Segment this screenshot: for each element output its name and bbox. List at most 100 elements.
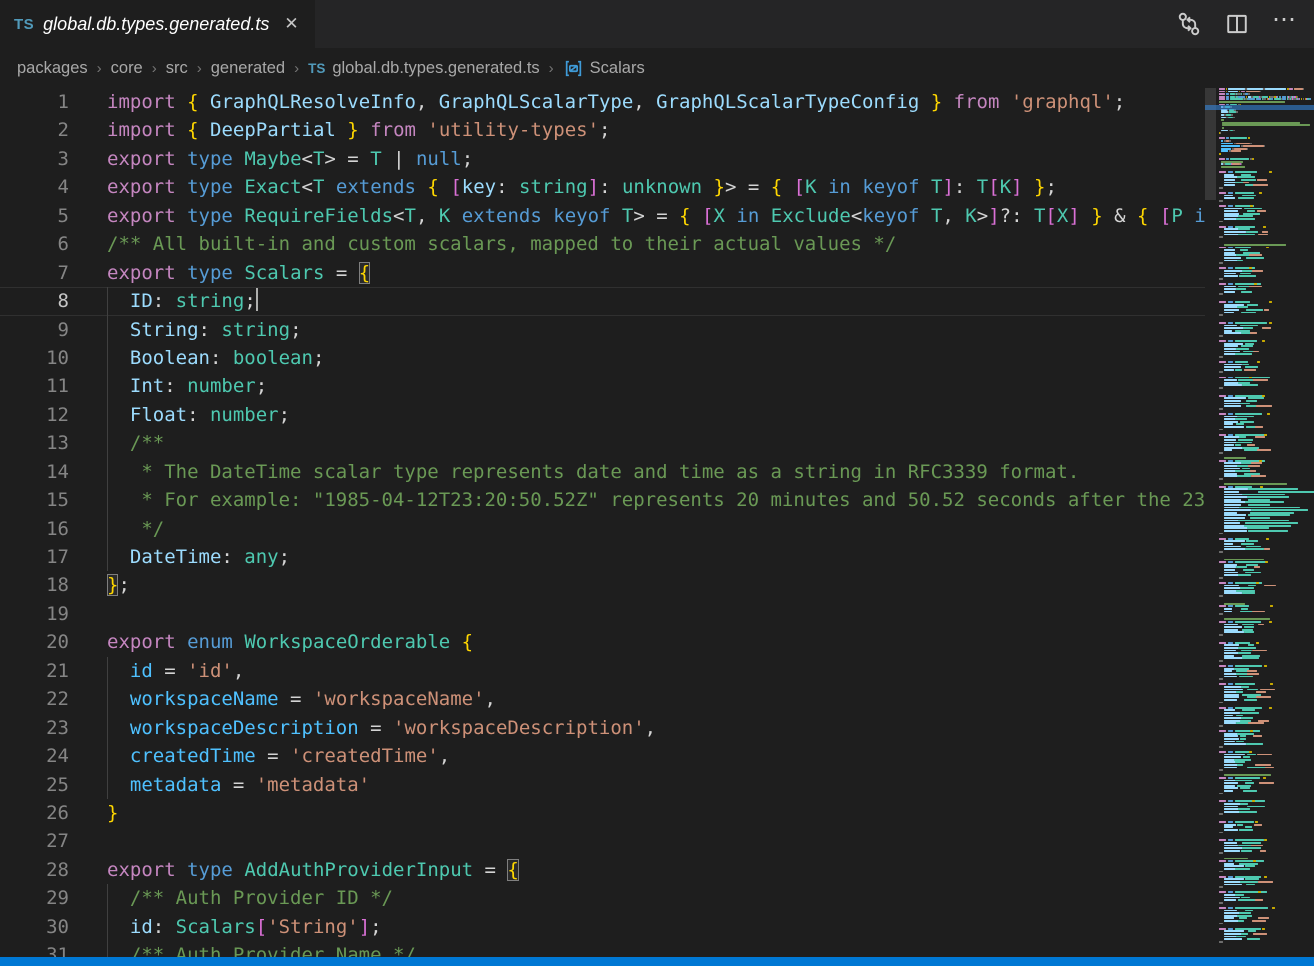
code-line[interactable]: 8 ID: string; — [0, 287, 1205, 315]
close-icon[interactable]: ✕ — [284, 14, 298, 34]
code-line[interactable]: 3export type Maybe<T> = T | null; — [0, 145, 1205, 173]
code-line[interactable]: 9 String: string; — [0, 316, 1205, 344]
code-line[interactable]: 29 /** Auth Provider ID */ — [0, 884, 1205, 912]
code-area[interactable]: 1import { GraphQLResolveInfo, GraphQLSca… — [0, 88, 1205, 957]
vscode-window: TS global.db.types.generated.ts ✕ — [0, 0, 1314, 966]
code-editor: 1import { GraphQLResolveInfo, GraphQLSca… — [0, 88, 1314, 957]
breadcrumb-item-file[interactable]: TS global.db.types.generated.ts — [308, 59, 540, 78]
line-number[interactable]: 11 — [0, 372, 69, 400]
line-number[interactable]: 16 — [0, 515, 69, 543]
code-line[interactable]: 31 /** Auth Provider Name */ — [0, 941, 1205, 957]
code-line[interactable]: 19 — [0, 600, 1205, 628]
line-number[interactable]: 14 — [0, 458, 69, 486]
tab-global-db-types-generated-ts[interactable]: TS global.db.types.generated.ts ✕ — [0, 0, 315, 48]
status-bar[interactable] — [0, 957, 1314, 966]
line-number[interactable]: 30 — [0, 913, 69, 941]
line-number[interactable]: 13 — [0, 429, 69, 457]
split-editor-icon[interactable] — [1224, 11, 1250, 37]
line-number[interactable]: 1 — [0, 88, 69, 116]
line-number[interactable]: 4 — [0, 173, 69, 201]
line-number[interactable]: 21 — [0, 657, 69, 685]
open-changes-icon[interactable] — [1176, 11, 1202, 37]
code-line[interactable]: 15 * For example: "1985-04-12T23:20:50.5… — [0, 486, 1205, 514]
code-line[interactable]: 26} — [0, 799, 1205, 827]
code-line[interactable]: 18}; — [0, 571, 1205, 599]
line-number[interactable]: 12 — [0, 401, 69, 429]
code-line[interactable]: 4export type Exact<T extends { [key: str… — [0, 173, 1205, 201]
line-number[interactable]: 19 — [0, 600, 69, 628]
line-number[interactable]: 17 — [0, 543, 69, 571]
code-line[interactable]: 13 /** — [0, 429, 1205, 457]
code-line[interactable]: 17 DateTime: any; — [0, 543, 1205, 571]
line-number[interactable]: 26 — [0, 799, 69, 827]
line-number[interactable]: 27 — [0, 827, 69, 855]
indent-guide — [107, 401, 108, 429]
breadcrumb-item-symbol-scalars[interactable]: Scalars — [563, 58, 645, 79]
indent-guide — [107, 685, 108, 713]
indent-guide — [107, 913, 108, 941]
line-number[interactable]: 28 — [0, 856, 69, 884]
code-line-content: import { GraphQLResolveInfo, GraphQLScal… — [69, 88, 1125, 116]
code-line-content: export type Maybe<T> = T | null; — [69, 145, 473, 173]
indent-guide — [107, 287, 108, 315]
code-line[interactable]: 20export enum WorkspaceOrderable { — [0, 628, 1205, 656]
code-line[interactable]: 14 * The DateTime scalar type represents… — [0, 458, 1205, 486]
line-number[interactable]: 18 — [0, 571, 69, 599]
code-line[interactable]: 5export type RequireFields<T, K extends … — [0, 202, 1205, 230]
indent-guide — [107, 771, 108, 799]
code-line[interactable]: 1import { GraphQLResolveInfo, GraphQLSca… — [0, 88, 1205, 116]
indent-guide — [107, 742, 108, 770]
code-line[interactable]: 2import { DeepPartial } from 'utility-ty… — [0, 116, 1205, 144]
tab-title: global.db.types.generated.ts — [43, 14, 269, 35]
code-line-content: DateTime: any; — [69, 543, 290, 571]
code-line-content: String: string; — [69, 316, 302, 344]
indent-guide — [107, 515, 108, 543]
line-number[interactable]: 20 — [0, 628, 69, 656]
line-number[interactable]: 31 — [0, 941, 69, 957]
code-line-content: id: Scalars['String']; — [69, 913, 382, 941]
typescript-file-icon: TS — [308, 61, 325, 76]
line-number[interactable]: 22 — [0, 685, 69, 713]
line-number[interactable]: 7 — [0, 259, 69, 287]
breadcrumb-item-packages[interactable]: packages — [17, 59, 88, 78]
code-line[interactable]: 30 id: Scalars['String']; — [0, 913, 1205, 941]
minimap[interactable] — [1216, 88, 1314, 957]
indent-guide — [107, 657, 108, 685]
code-line-content: export type Scalars = { — [69, 259, 370, 287]
code-line[interactable]: 7export type Scalars = { — [0, 259, 1205, 287]
line-number[interactable]: 2 — [0, 116, 69, 144]
code-line[interactable]: 21 id = 'id', — [0, 657, 1205, 685]
code-line[interactable]: 10 Boolean: boolean; — [0, 344, 1205, 372]
code-line[interactable]: 23 workspaceDescription = 'workspaceDesc… — [0, 714, 1205, 742]
code-line-content: */ — [69, 515, 164, 543]
breadcrumb-item-src[interactable]: src — [166, 59, 188, 78]
editor-actions: ⋯ — [1176, 0, 1314, 48]
line-number[interactable]: 23 — [0, 714, 69, 742]
code-line-content: } — [69, 799, 118, 827]
code-line[interactable]: 27 — [0, 827, 1205, 855]
line-number[interactable]: 9 — [0, 316, 69, 344]
code-line[interactable]: 25 metadata = 'metadata' — [0, 771, 1205, 799]
more-actions-icon[interactable]: ⋯ — [1272, 15, 1298, 33]
breadcrumb-item-generated[interactable]: generated — [211, 59, 285, 78]
code-line[interactable]: 11 Int: number; — [0, 372, 1205, 400]
code-line[interactable]: 28export type AddAuthProviderInput = { — [0, 856, 1205, 884]
code-line[interactable]: 22 workspaceName = 'workspaceName', — [0, 685, 1205, 713]
line-number[interactable]: 8 — [0, 287, 69, 315]
breadcrumb-item-core[interactable]: core — [111, 59, 143, 78]
line-number[interactable]: 24 — [0, 742, 69, 770]
code-line[interactable]: 12 Float: number; — [0, 401, 1205, 429]
code-line-content: workspaceName = 'workspaceName', — [69, 685, 496, 713]
code-line[interactable]: 16 */ — [0, 515, 1205, 543]
code-line[interactable]: 6/** All built-in and custom scalars, ma… — [0, 230, 1205, 258]
line-number[interactable]: 15 — [0, 486, 69, 514]
indent-guide — [107, 372, 108, 400]
line-number[interactable]: 5 — [0, 202, 69, 230]
line-number[interactable]: 25 — [0, 771, 69, 799]
code-line[interactable]: 24 createdTime = 'createdTime', — [0, 742, 1205, 770]
line-number[interactable]: 6 — [0, 230, 69, 258]
line-number[interactable]: 29 — [0, 884, 69, 912]
line-number[interactable]: 3 — [0, 145, 69, 173]
code-line-content: export type AddAuthProviderInput = { — [69, 856, 519, 884]
line-number[interactable]: 10 — [0, 344, 69, 372]
